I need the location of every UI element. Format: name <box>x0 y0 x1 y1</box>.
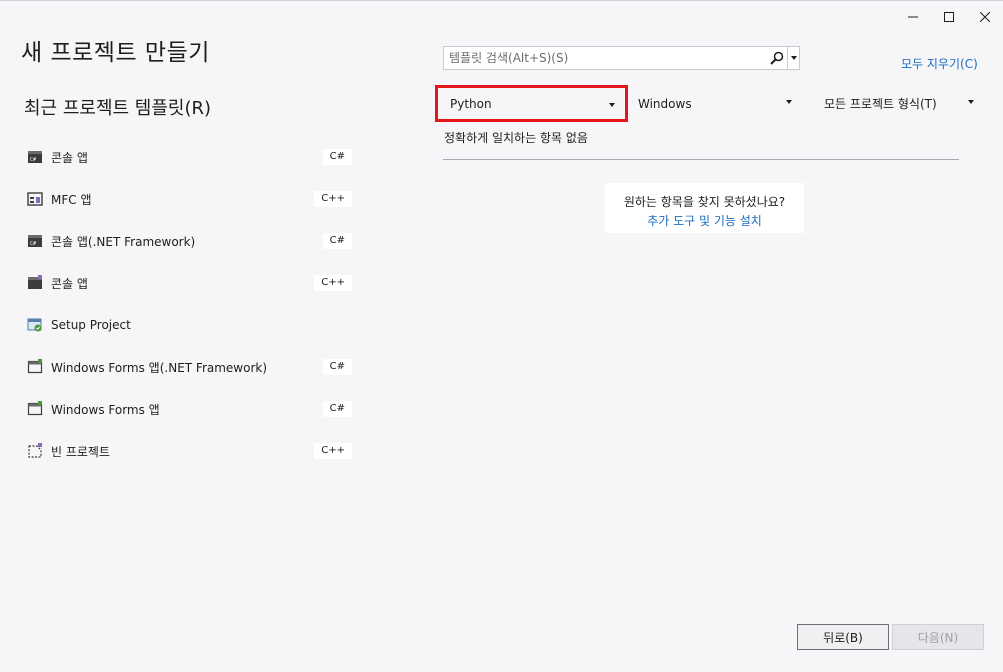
console-app-icon: C# <box>28 235 42 247</box>
search-icon <box>770 51 784 65</box>
language-badge: C# <box>322 401 352 417</box>
install-tools-link[interactable]: 추가 도구 및 기능 설치 <box>605 212 804 229</box>
close-button[interactable] <box>967 6 1003 28</box>
recent-template-label: 빈 프로젝트 <box>51 444 111 459</box>
svg-text:C#: C# <box>30 157 36 163</box>
template-search-box <box>443 46 800 70</box>
recent-templates-title: 최근 프로젝트 템플릿(R) <box>24 98 212 119</box>
empty-project-icon <box>28 443 42 458</box>
platform-filter-value: Windows <box>638 96 692 111</box>
language-filter-value: Python <box>450 96 492 111</box>
language-badge: C++ <box>314 275 352 291</box>
recent-templates-list: C# 콘솔 앱 C# MFC 앱 C++ C# 콘솔 앱(.NET Framew… <box>24 136 354 472</box>
project-type-filter-dropdown[interactable]: 모든 프로젝트 형식(T) <box>822 85 984 122</box>
caret-down-icon <box>968 100 974 104</box>
language-badge: C++ <box>314 443 352 459</box>
close-icon <box>980 12 990 22</box>
windows-forms-icon <box>27 401 43 416</box>
minimize-icon <box>908 16 918 18</box>
windows-forms-icon <box>27 359 43 374</box>
recent-template-label: MFC 앱 <box>51 192 92 207</box>
recent-template-item[interactable]: 빈 프로젝트 C++ <box>24 430 354 472</box>
console-app-icon <box>28 275 42 289</box>
recent-template-item[interactable]: 콘솔 앱 C++ <box>24 262 354 304</box>
language-filter-dropdown[interactable]: Python <box>435 85 628 122</box>
clear-all-link[interactable]: 모두 지우기(C) <box>901 55 978 72</box>
window-controls <box>895 6 1003 28</box>
console-app-icon: C# <box>28 151 42 163</box>
platform-filter-dropdown[interactable]: Windows <box>636 85 802 122</box>
recent-template-item[interactable]: Windows Forms 앱 C# <box>24 388 354 430</box>
recent-template-item[interactable]: Setup Project <box>24 304 354 346</box>
search-options-dropdown[interactable] <box>787 47 799 69</box>
window-top-border <box>0 0 1003 1</box>
recent-template-label: Windows Forms 앱(.NET Framework) <box>51 360 268 375</box>
recent-template-label: Windows Forms 앱 <box>51 402 160 417</box>
next-button[interactable]: 다음(N) <box>892 624 984 650</box>
search-button[interactable] <box>767 47 787 69</box>
recent-template-label: 콘솔 앱 <box>51 150 88 165</box>
language-badge: C# <box>322 233 352 249</box>
recent-template-item[interactable]: Windows Forms 앱(.NET Framework) C# <box>24 346 354 388</box>
caret-down-icon <box>786 100 792 104</box>
back-button[interactable]: 뒤로(B) <box>797 624 889 650</box>
recent-template-label: 콘솔 앱 <box>51 276 88 291</box>
maximize-icon <box>944 12 954 22</box>
project-type-filter-value: 모든 프로젝트 형식(T) <box>824 97 937 111</box>
caret-down-icon <box>790 56 797 60</box>
language-badge: C++ <box>314 191 352 207</box>
setup-project-icon <box>27 318 42 332</box>
results-divider <box>443 159 959 160</box>
svg-text:C#: C# <box>30 241 36 247</box>
no-match-message: 정확하게 일치하는 항목 없음 <box>444 131 588 145</box>
minimize-button[interactable] <box>895 6 931 28</box>
recent-template-item[interactable]: C# 콘솔 앱(.NET Framework) C# <box>24 220 354 262</box>
recent-template-item[interactable]: C# 콘솔 앱 C# <box>24 136 354 178</box>
help-box: 원하는 항목을 찾지 못하셨나요? 추가 도구 및 기능 설치 <box>605 183 804 233</box>
recent-template-item[interactable]: MFC 앱 C++ <box>24 178 354 220</box>
recent-template-label: 콘솔 앱(.NET Framework) <box>51 234 196 249</box>
mfc-app-icon <box>27 192 43 206</box>
template-search-input[interactable] <box>444 47 767 69</box>
maximize-button[interactable] <box>931 6 967 28</box>
help-question: 원하는 항목을 찾지 못하셨나요? <box>623 195 786 209</box>
caret-down-icon <box>609 103 615 107</box>
language-badge: C# <box>322 149 352 165</box>
recent-template-label: Setup Project <box>51 318 131 332</box>
page-title: 새 프로젝트 만들기 <box>21 40 210 66</box>
language-badge: C# <box>322 359 352 375</box>
